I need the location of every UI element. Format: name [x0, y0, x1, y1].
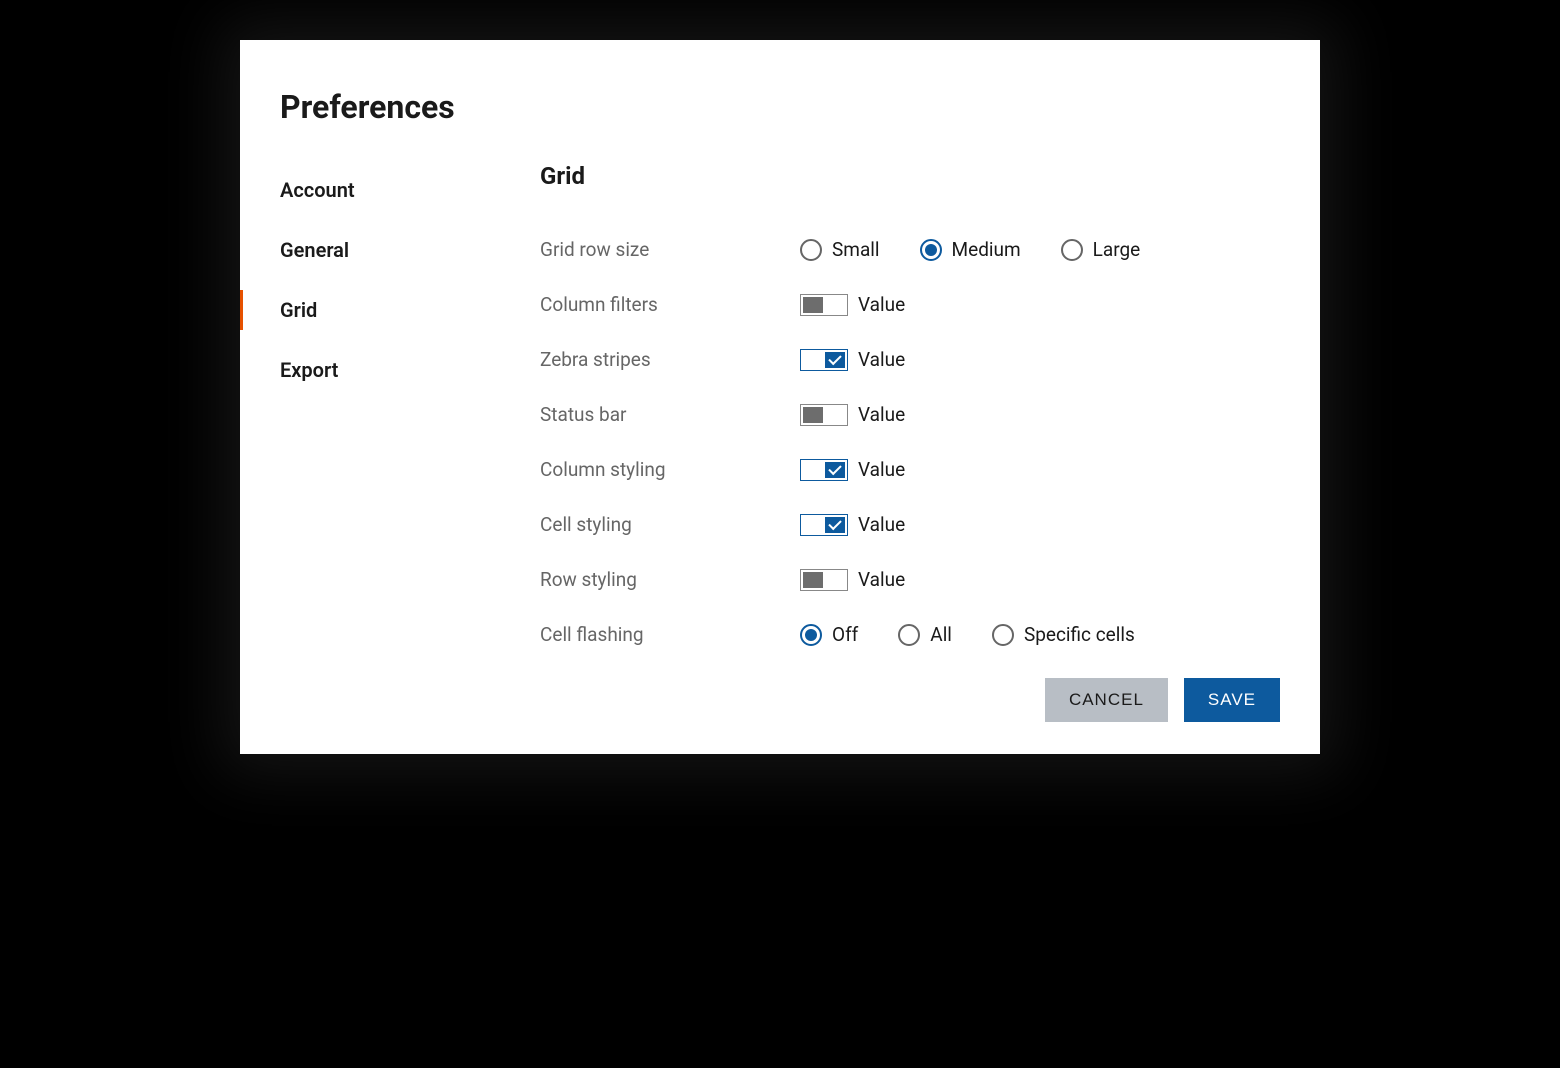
- radio-row-size-medium[interactable]: Medium: [920, 238, 1021, 261]
- preferences-dialog: Preferences Account General Grid Export …: [240, 40, 1320, 754]
- sidebar-item-account[interactable]: Account: [280, 178, 540, 202]
- dialog-title: Preferences: [280, 88, 1280, 126]
- toggle-value: Value: [858, 293, 905, 316]
- toggle-knob-icon: [825, 462, 845, 478]
- row-grid-row-size: Grid row size Small Medium Large: [540, 238, 1280, 261]
- label-zebra-stripes: Zebra stripes: [540, 348, 800, 371]
- row-status-bar: Status bar Value: [540, 403, 1280, 426]
- row-cell-flashing: Cell flashing Off All Specific cells: [540, 623, 1280, 646]
- toggle-knob-icon: [803, 297, 823, 313]
- toggle-knob-icon: [803, 407, 823, 423]
- dialog-buttons: CANCEL SAVE: [540, 678, 1280, 722]
- toggle-column-styling[interactable]: [800, 459, 848, 481]
- radio-label: Off: [832, 623, 858, 646]
- toggle-wrap: Value: [800, 348, 905, 371]
- toggle-knob-icon: [825, 517, 845, 533]
- radio-label: Small: [832, 238, 880, 261]
- toggle-row-styling[interactable]: [800, 569, 848, 591]
- label-cell-styling: Cell styling: [540, 513, 800, 536]
- toggle-wrap: Value: [800, 458, 905, 481]
- radio-cell-flashing-all[interactable]: All: [898, 623, 952, 646]
- toggle-value: Value: [858, 568, 905, 591]
- label-column-styling: Column styling: [540, 458, 800, 481]
- radio-group-cell-flashing: Off All Specific cells: [800, 623, 1135, 646]
- sidebar: Account General Grid Export: [280, 162, 540, 722]
- radio-icon: [992, 624, 1014, 646]
- radio-cell-flashing-specific[interactable]: Specific cells: [992, 623, 1135, 646]
- label-column-filters: Column filters: [540, 293, 800, 316]
- settings-panel: Grid Grid row size Small Medium Large: [540, 162, 1280, 722]
- toggle-value: Value: [858, 403, 905, 426]
- toggle-column-filters[interactable]: [800, 294, 848, 316]
- radio-label: Medium: [952, 238, 1021, 261]
- radio-cell-flashing-off[interactable]: Off: [800, 623, 858, 646]
- row-cell-styling: Cell styling Value: [540, 513, 1280, 536]
- sidebar-item-grid[interactable]: Grid: [280, 298, 540, 322]
- radio-label: All: [930, 623, 952, 646]
- radio-group-row-size: Small Medium Large: [800, 238, 1140, 261]
- radio-row-size-large[interactable]: Large: [1061, 238, 1141, 261]
- toggle-zebra-stripes[interactable]: [800, 349, 848, 371]
- row-zebra-stripes: Zebra stripes Value: [540, 348, 1280, 371]
- dialog-content: Account General Grid Export Grid Grid ro…: [280, 162, 1280, 722]
- toggle-wrap: Value: [800, 403, 905, 426]
- toggle-value: Value: [858, 458, 905, 481]
- toggle-cell-styling[interactable]: [800, 514, 848, 536]
- sidebar-item-export[interactable]: Export: [280, 358, 540, 382]
- radio-icon: [1061, 239, 1083, 261]
- radio-icon: [800, 239, 822, 261]
- section-title: Grid: [540, 162, 1280, 190]
- label-status-bar: Status bar: [540, 403, 800, 426]
- label-row-styling: Row styling: [540, 568, 800, 591]
- sidebar-item-general[interactable]: General: [280, 238, 540, 262]
- radio-label: Large: [1093, 238, 1141, 261]
- radio-label: Specific cells: [1024, 623, 1135, 646]
- radio-icon: [800, 624, 822, 646]
- toggle-wrap: Value: [800, 568, 905, 591]
- radio-icon: [920, 239, 942, 261]
- label-cell-flashing: Cell flashing: [540, 623, 800, 646]
- toggle-value: Value: [858, 348, 905, 371]
- row-column-styling: Column styling Value: [540, 458, 1280, 481]
- label-grid-row-size: Grid row size: [540, 238, 800, 261]
- toggle-wrap: Value: [800, 293, 905, 316]
- toggle-knob-icon: [825, 352, 845, 368]
- toggle-value: Value: [858, 513, 905, 536]
- radio-icon: [898, 624, 920, 646]
- row-row-styling: Row styling Value: [540, 568, 1280, 591]
- save-button[interactable]: SAVE: [1184, 678, 1280, 722]
- cancel-button[interactable]: CANCEL: [1045, 678, 1168, 722]
- toggle-wrap: Value: [800, 513, 905, 536]
- toggle-status-bar[interactable]: [800, 404, 848, 426]
- row-column-filters: Column filters Value: [540, 293, 1280, 316]
- radio-row-size-small[interactable]: Small: [800, 238, 880, 261]
- toggle-knob-icon: [803, 572, 823, 588]
